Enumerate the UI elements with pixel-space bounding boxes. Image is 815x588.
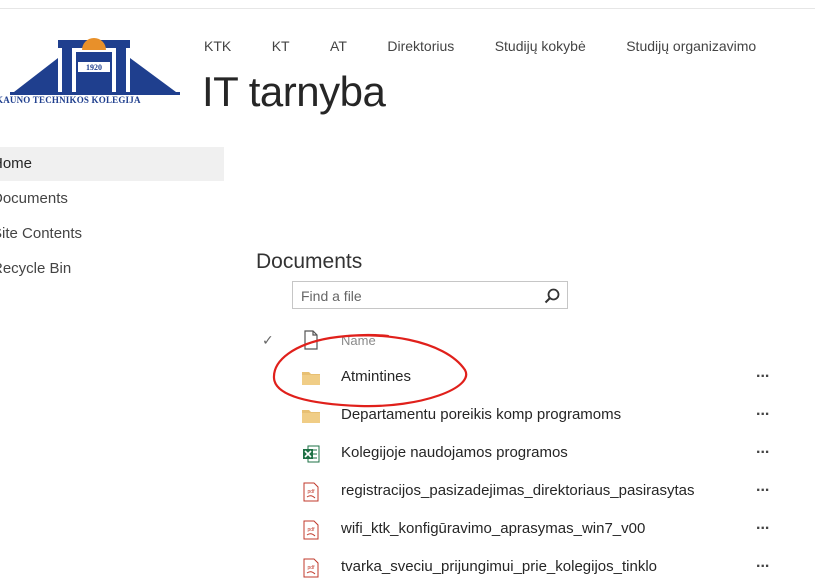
svg-text:pdf: pdf	[308, 565, 316, 571]
list-item[interactable]: pdf wifi_ktk_konfigūravimo_aprasymas_win…	[256, 512, 796, 550]
left-nav-documents[interactable]: Documents	[0, 182, 224, 216]
left-nav-home[interactable]: Home	[0, 147, 224, 181]
list-item[interactable]: pdf registracijos_pasizadejimas_direktor…	[256, 474, 796, 512]
documents-title[interactable]: Documents	[256, 250, 362, 274]
top-nav-direktorius[interactable]: Direktorius	[387, 38, 454, 54]
svg-text:pdf: pdf	[308, 489, 316, 495]
folder-icon	[302, 372, 320, 385]
checkmark-icon[interactable]: ✓	[262, 332, 274, 349]
logo-year: 1920	[86, 63, 102, 72]
item-name[interactable]: wifi_ktk_konfigūravimo_aprasymas_win7_v0…	[341, 520, 645, 537]
search-icon[interactable]	[543, 287, 561, 305]
document-icon	[304, 330, 318, 350]
list-item[interactable]: Atmintines ...	[256, 360, 796, 398]
left-nav-site-contents[interactable]: Site Contents	[0, 217, 224, 251]
item-name[interactable]: registracijos_pasizadejimas_direktoriaus…	[341, 482, 695, 499]
list-header-row: ✓ Name	[256, 322, 796, 360]
pdf-file-icon: pdf	[303, 482, 319, 502]
more-options-icon[interactable]: ...	[756, 440, 769, 458]
more-options-icon[interactable]: ...	[756, 402, 769, 420]
top-navigation: KTK KT AT Direktorius Studijų kokybė Stu…	[204, 38, 756, 58]
find-file-search-box	[292, 281, 568, 309]
pdf-file-icon: pdf	[303, 520, 319, 540]
top-divider	[0, 8, 815, 9]
left-navigation: Home Documents Site Contents Recycle Bin	[0, 147, 224, 286]
site-title: IT tarnyba	[202, 68, 386, 115]
top-nav-ktk[interactable]: KTK	[204, 38, 231, 54]
top-nav-studiju-kokybe[interactable]: Studijų kokybė	[495, 38, 586, 54]
top-nav-studiju-organizavimo[interactable]: Studijų organizavimo	[626, 38, 756, 54]
more-options-icon[interactable]: ...	[756, 516, 769, 534]
logo-caption: KAUNO TECHNIKOS KOLEGIJA	[0, 95, 141, 105]
item-name[interactable]: Departamentu poreikis komp programoms	[341, 406, 621, 423]
top-nav-at[interactable]: AT	[330, 38, 347, 54]
top-nav-kt[interactable]: KT	[272, 38, 290, 54]
pdf-file-icon: pdf	[303, 558, 319, 578]
list-item[interactable]: pdf tvarka_sveciu_prijungimui_prie_koleg…	[256, 550, 796, 588]
left-nav-recycle-bin[interactable]: Recycle Bin	[0, 252, 224, 286]
list-item[interactable]: Departamentu poreikis komp programoms ..…	[256, 398, 796, 436]
college-logo-graphic: 1920	[10, 38, 180, 95]
item-name[interactable]: Atmintines	[341, 368, 411, 385]
item-name[interactable]: tvarka_sveciu_prijungimui_prie_kolegijos…	[341, 558, 657, 575]
name-column-header[interactable]: Name	[341, 333, 376, 348]
svg-text:pdf: pdf	[308, 527, 316, 533]
more-options-icon[interactable]: ...	[756, 554, 769, 572]
folder-icon	[302, 410, 320, 423]
excel-file-icon	[303, 445, 320, 463]
more-options-icon[interactable]: ...	[756, 364, 769, 382]
item-name[interactable]: Kolegijoje naudojamos programos	[341, 444, 568, 461]
find-file-input[interactable]	[299, 283, 533, 309]
document-list: ✓ Name Atmintines ... Departamentu porei…	[256, 322, 796, 588]
list-item[interactable]: Kolegijoje naudojamos programos ...	[256, 436, 796, 474]
more-options-icon[interactable]: ...	[756, 478, 769, 496]
